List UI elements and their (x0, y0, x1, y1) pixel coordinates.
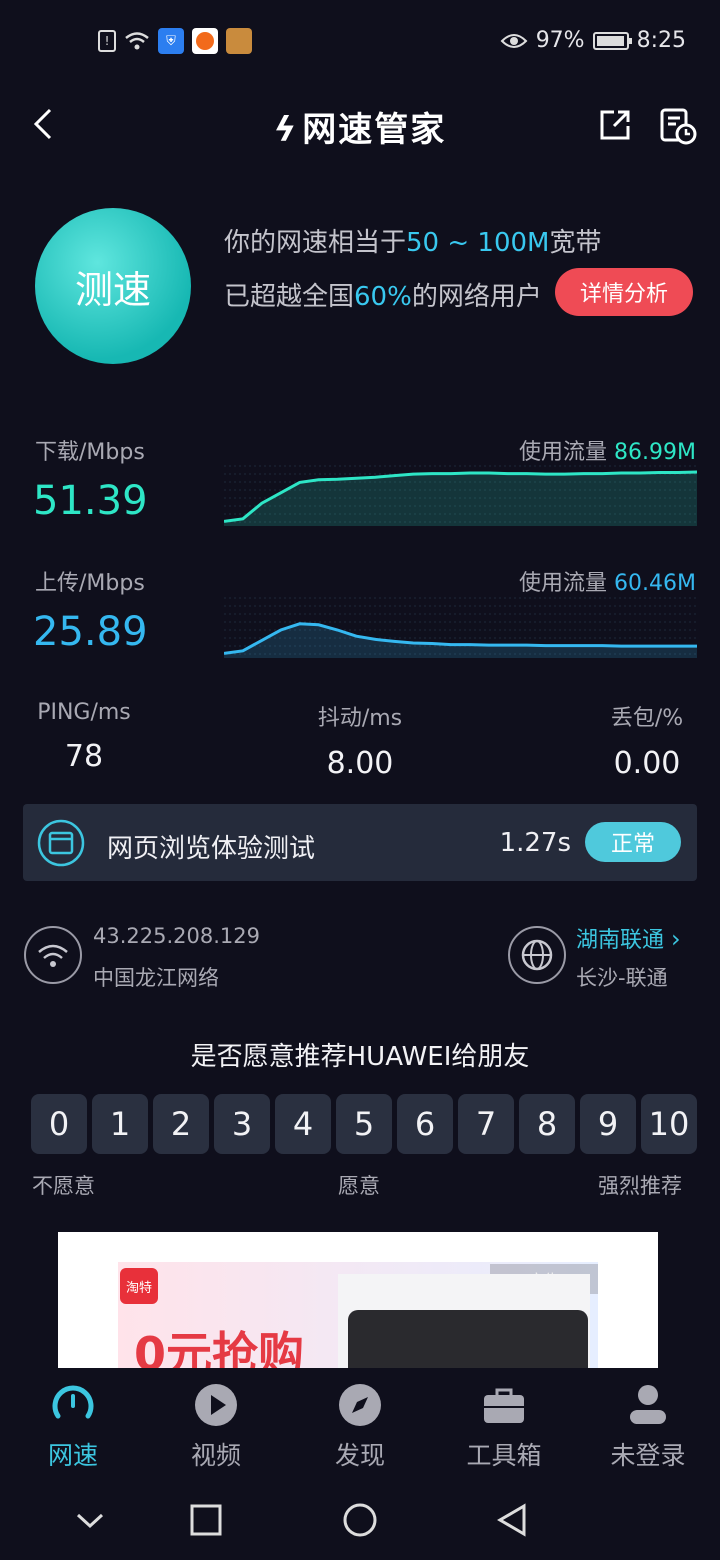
score-button-0[interactable]: 0 (31, 1094, 87, 1154)
home-button[interactable] (340, 1500, 380, 1540)
ad-logo: 淘特 (120, 1268, 158, 1304)
isp-name: 中国龙江网络 (93, 966, 219, 990)
score-label-high: 强烈推荐 (598, 1174, 682, 1198)
download-value: 51.39 (33, 478, 148, 524)
tab-video[interactable]: 视频 (161, 1382, 271, 1472)
upload-label: 上传/Mbps (35, 571, 145, 596)
score-button-9[interactable]: 9 (580, 1094, 636, 1154)
server-location: 长沙-联通 (576, 966, 668, 990)
tab-speed[interactable]: 网速 (18, 1382, 128, 1472)
history-report-icon[interactable] (656, 104, 698, 146)
browse-test-time: 1.27s (499, 828, 571, 858)
tab-login[interactable]: 未登录 (593, 1382, 703, 1472)
shield-app-icon: ⛨ (158, 28, 184, 54)
share-icon[interactable] (594, 104, 636, 146)
advertisement-banner[interactable]: 淘特 广告 0元抢购 (58, 1232, 658, 1368)
ad-product-bag (348, 1310, 588, 1368)
sim-alert-icon: ! (98, 30, 116, 52)
score-button-5[interactable]: 5 (336, 1094, 392, 1154)
wifi-status-icon (124, 28, 150, 54)
score-button-6[interactable]: 6 (397, 1094, 453, 1154)
score-button-2[interactable]: 2 (153, 1094, 209, 1154)
status-notification-icons: ! ⛨ (98, 28, 252, 54)
browse-experience-test[interactable]: 网页浏览体验测试 1.27s 正常 (23, 804, 697, 881)
tab-discover[interactable]: 发现 (305, 1382, 415, 1472)
server-selector[interactable]: 湖南联通 › (576, 922, 681, 954)
chevron-right-icon: › (671, 925, 681, 953)
score-label-mid: 愿意 (338, 1174, 380, 1198)
toolbox-icon (484, 1388, 524, 1423)
eye-comfort-icon (500, 33, 528, 48)
play-icon (195, 1384, 237, 1426)
recents-button[interactable] (186, 1500, 226, 1540)
speed-test-button[interactable]: 测速 (35, 208, 191, 364)
speedometer-icon (52, 1385, 94, 1419)
score-label-low: 不愿意 (32, 1174, 95, 1198)
top-bar: ϟ 网速管家 (0, 90, 720, 160)
bottom-tab-bar: 网速 视频 发现 工具箱 未登录 (0, 1368, 720, 1480)
chevron-down-icon[interactable] (70, 1500, 110, 1540)
score-button-8[interactable]: 8 (519, 1094, 575, 1154)
status-badge: 正常 (585, 822, 681, 862)
download-curve-area (224, 472, 697, 526)
app-notification-icon (192, 28, 218, 54)
detail-analysis-button[interactable]: 详情分析 (555, 268, 693, 316)
game-notification-icon (226, 28, 252, 54)
app-logo-icon: ϟ (273, 110, 299, 150)
download-speed-chart (224, 465, 697, 526)
browse-test-label: 网页浏览体验测试 (107, 834, 316, 864)
globe-icon (508, 926, 566, 984)
ping-stat: PING/ms 78 (37, 700, 131, 774)
ip-address: 43.225.208.129 (93, 924, 260, 948)
score-button-7[interactable]: 7 (458, 1094, 514, 1154)
download-label: 下载/Mbps (35, 440, 145, 465)
tab-toolbox[interactable]: 工具箱 (449, 1382, 559, 1472)
user-icon (630, 1385, 666, 1424)
jitter-stat: 抖动/ms 8.00 (317, 706, 403, 781)
score-button-3[interactable]: 3 (214, 1094, 270, 1154)
ranking-text: 已超越全国60%的网络用户 (224, 282, 542, 312)
wifi-icon (24, 926, 82, 984)
upload-value: 25.89 (33, 609, 148, 655)
recommend-question: 是否愿意推荐HUAWEI给朋友 (190, 1042, 530, 1072)
score-button-4[interactable]: 4 (275, 1094, 331, 1154)
status-right: 97% 8:25 (500, 28, 686, 53)
bandwidth-equivalent-text: 你的网速相当于50 ~ 100M宽带 (224, 228, 602, 258)
packet-loss-stat: 丢包/% 0.00 (610, 706, 684, 781)
score-button-1[interactable]: 1 (92, 1094, 148, 1154)
compass-icon (339, 1384, 381, 1426)
battery-icon (592, 31, 632, 50)
upload-curve-area (224, 623, 697, 658)
score-button-10[interactable]: 10 (641, 1094, 697, 1154)
upload-speed-chart (224, 597, 697, 658)
battery-percent: 97% (535, 28, 585, 53)
system-navigation-bar (0, 1480, 720, 1560)
back-button[interactable] (492, 1500, 532, 1540)
score-buttons: 0 1 2 3 4 5 6 7 8 9 10 (31, 1094, 697, 1154)
clock: 8:25 (636, 28, 686, 53)
browser-window-icon (37, 819, 85, 867)
ad-headline: 0元抢购 (134, 1327, 305, 1368)
status-bar: ! ⛨ 97% 8:25 (0, 0, 720, 84)
